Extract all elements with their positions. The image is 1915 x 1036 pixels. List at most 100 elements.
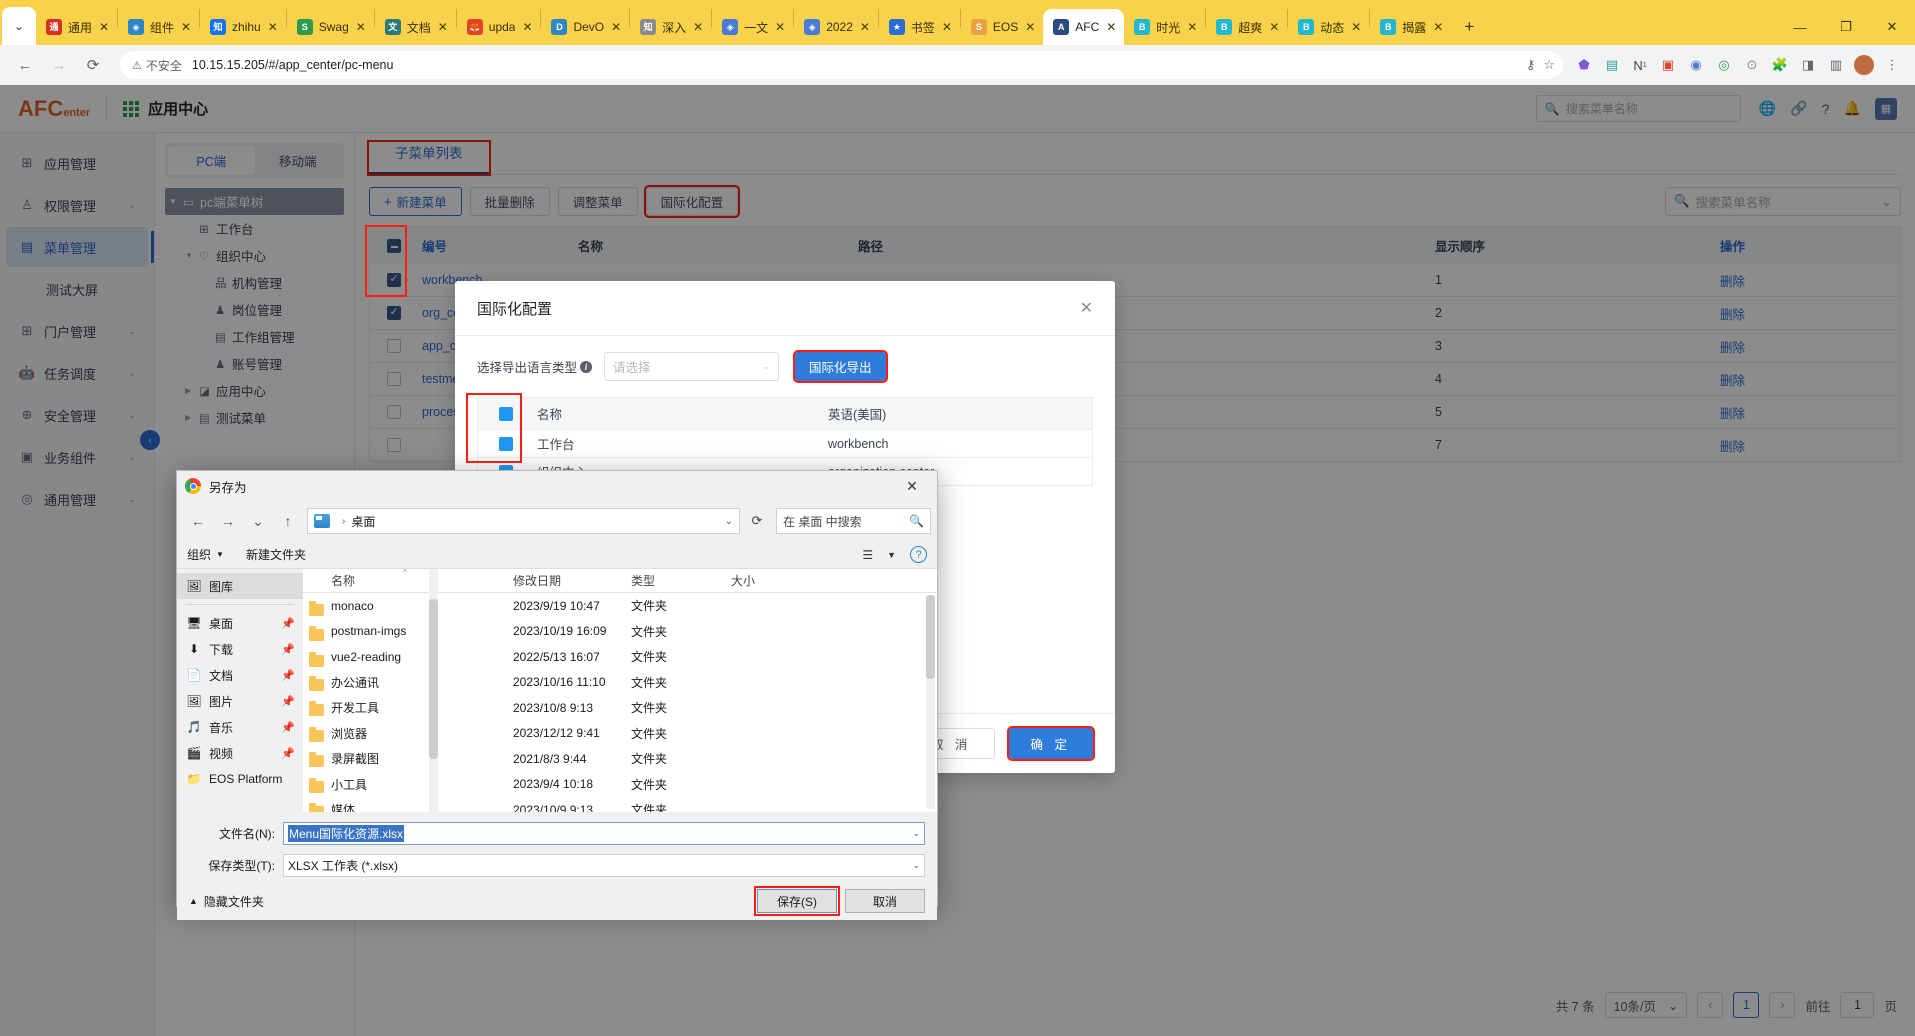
extension-icon-4[interactable]: ▣ [1655,52,1681,78]
chevron-down-icon[interactable]: ⌄ [725,516,733,527]
place-item-5[interactable]: 🎵音乐📌 [177,714,303,740]
extension-icon-5[interactable]: ◉ [1683,52,1709,78]
place-item-3[interactable]: 📄文档📌 [177,662,303,688]
tab-close-icon[interactable]: ✕ [1265,18,1283,36]
help-icon[interactable]: ? [910,546,927,563]
organize-button[interactable]: 组织 ▼ [187,546,224,563]
pin-icon[interactable]: 📌 [281,643,295,656]
confirm-button[interactable]: 确 定 [1009,728,1093,759]
forward-icon[interactable]: → [44,50,74,80]
place-item-1[interactable]: 🖥桌面📌 [177,610,303,636]
scrollbar-thumb[interactable] [926,595,935,679]
browser-tab[interactable]: 文文档✕ [375,9,456,45]
profile-avatar[interactable] [1851,52,1877,78]
file-row[interactable]: vue2-reading2022/5/13 16:07文件夹 [303,644,937,670]
tab-close-icon[interactable]: ✕ [1102,18,1120,36]
tab-close-icon[interactable]: ✕ [177,18,195,36]
extension-icon-6[interactable]: ◎ [1711,52,1737,78]
hide-folders-toggle[interactable]: ▲ 隐藏文件夹 [189,893,264,910]
browser-tab[interactable]: SEOS✕ [961,9,1043,45]
new-tab-button[interactable]: + [1455,13,1483,41]
browser-tab[interactable]: SSwag✕ [287,9,374,45]
browser-tab[interactable]: DDevO✕ [541,9,629,45]
browser-tab[interactable]: ★书签✕ [879,9,960,45]
sidebar-toggle-icon[interactable]: ▥ [1823,52,1849,78]
address-bar[interactable]: ⚠ 不安全 10.15.15.205/#/app_center/pc-menu … [120,51,1563,79]
chevron-down-icon[interactable]: ⌄ [912,860,920,871]
pin-icon[interactable]: 📌 [281,747,295,760]
language-select[interactable]: 请选择 ⌄ [604,352,779,381]
file-row[interactable]: 办公通讯2023/10/16 11:10文件夹 [303,670,937,696]
place-item-4[interactable]: 🖼图片📌 [177,688,303,714]
recent-locations-icon[interactable]: ⌄ [243,507,273,535]
i18n-export-button[interactable]: 国际化导出 [795,352,886,381]
browser-tab[interactable]: B动态✕ [1288,9,1369,45]
i18n-row-checkbox[interactable] [478,437,533,451]
browser-tab[interactable]: 知深入✕ [630,9,711,45]
filetype-select[interactable]: XLSX 工作表 (*.xlsx) ⌄ [283,854,925,877]
browser-tab[interactable]: ◈一文✕ [712,9,793,45]
browser-tab[interactable]: ◈2022✕ [794,9,878,45]
tab-close-icon[interactable]: ✕ [1183,18,1201,36]
extension-icon-3[interactable]: N1 [1627,52,1653,78]
file-list-scrollbar[interactable] [926,595,935,809]
tab-close-icon[interactable]: ✕ [771,18,789,36]
browser-tab[interactable]: B超爽✕ [1206,9,1287,45]
save-button[interactable]: 保存(S) [757,889,837,913]
i18n-table-row[interactable]: 工作台workbench [478,429,1092,457]
tab-close-icon[interactable]: ✕ [856,18,874,36]
file-column-header[interactable]: 名称^ [303,572,513,589]
file-row[interactable]: monaco2023/9/19 10:47文件夹 [303,593,937,619]
minimize-button[interactable]: — [1777,9,1823,45]
tab-close-icon[interactable]: ✕ [1021,18,1039,36]
forward-icon[interactable]: → [213,507,243,535]
tab-close-icon[interactable]: ✕ [1347,18,1365,36]
place-item-0[interactable]: 🖼图库 [177,573,303,599]
extension-icon-2[interactable]: ▤ [1599,52,1625,78]
pin-icon[interactable]: 📌 [281,695,295,708]
chevron-down-icon[interactable]: ▼ [887,550,896,560]
tab-close-icon[interactable]: ✕ [938,18,956,36]
browser-tab[interactable]: B揭露✕ [1370,9,1451,45]
pin-icon[interactable]: 📌 [281,721,295,734]
place-item-6[interactable]: 🎬视频📌 [177,740,303,766]
browser-tab[interactable]: B时光✕ [1124,9,1205,45]
tab-close-icon[interactable]: ✕ [95,18,113,36]
extension-icon-1[interactable]: ⬟ [1571,52,1597,78]
security-indicator[interactable]: ⚠ 不安全 [132,57,182,74]
extension-puzzle-icon[interactable]: 🧩 [1767,52,1793,78]
browser-tab[interactable]: ◈组件✕ [118,9,199,45]
pin-icon[interactable]: 📌 [281,617,295,630]
breadcrumb[interactable]: › 桌面 ⌄ [307,508,740,534]
browser-menu-icon[interactable]: ⋮ [1879,52,1905,78]
chevron-down-icon[interactable]: ⌄ [912,828,920,839]
browser-tab-active[interactable]: AAFC✕ [1043,9,1124,45]
filename-input[interactable]: Menu国际化资源.xlsx ⌄ [283,822,925,845]
tab-close-icon[interactable]: ✕ [607,18,625,36]
close-icon[interactable]: ✕ [1080,298,1093,318]
tab-search-icon[interactable]: ⌄ [2,7,36,45]
view-mode-icon[interactable]: ☰ [862,548,873,562]
browser-tab[interactable]: 🦊upda✕ [457,9,541,45]
folder-search-input[interactable]: 在 桌面 中搜索 🔍 [776,508,931,534]
browser-tab[interactable]: 通通用✕ [36,9,117,45]
refresh-icon[interactable]: ⟳ [744,508,770,534]
extension-icon-7[interactable]: ⊙ [1739,52,1765,78]
file-row[interactable]: 开发工具2023/10/8 9:13文件夹 [303,695,937,721]
tab-close-icon[interactable]: ✕ [434,18,452,36]
tab-close-icon[interactable]: ✕ [264,18,282,36]
info-icon[interactable]: i [580,361,592,373]
file-row[interactable]: 媒体2023/10/9 9:13文件夹 [303,797,937,812]
cancel-button[interactable]: 取消 [845,889,925,913]
pin-icon[interactable]: 📌 [281,669,295,682]
place-item-7[interactable]: 📁EOS Platform [177,766,303,792]
file-row[interactable]: 浏览器2023/12/12 9:41文件夹 [303,721,937,747]
i18n-select-all-checkbox[interactable] [478,407,533,421]
close-icon[interactable]: ✕ [895,472,929,500]
file-column-header[interactable]: 大小 [731,572,841,589]
extension-icon-8[interactable]: ◨ [1795,52,1821,78]
bookmark-star-icon[interactable]: ☆ [1543,57,1555,73]
tab-close-icon[interactable]: ✕ [518,18,536,36]
scrollbar-thumb[interactable] [429,599,438,759]
back-icon[interactable]: ← [183,507,213,535]
